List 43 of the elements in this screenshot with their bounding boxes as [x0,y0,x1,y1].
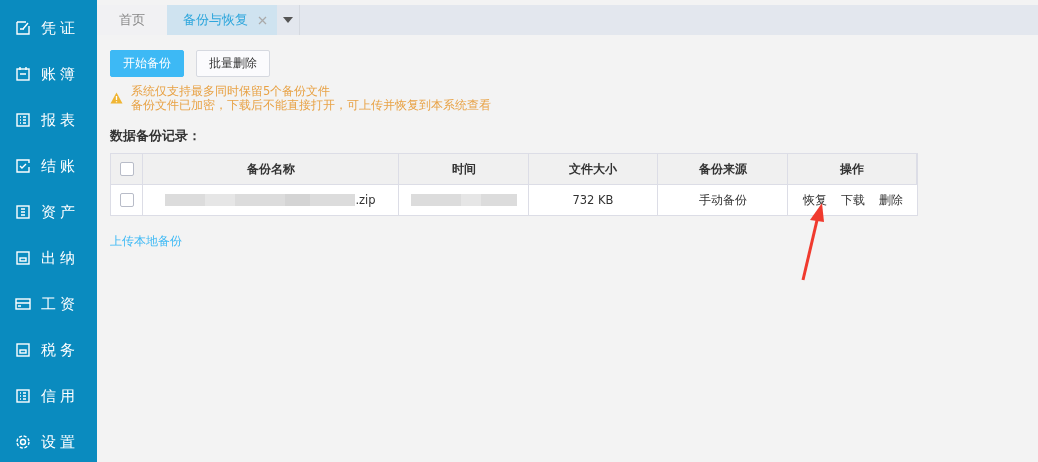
sidebar-item[interactable]: 出纳 [0,246,97,270]
column-header: 备份来源 [658,154,788,185]
sidebar-item[interactable]: 凭证 [0,16,97,40]
select-all-checkbox[interactable] [119,162,134,176]
warning-icon [110,92,123,104]
sidebar-item[interactable]: 资产 [0,200,97,224]
column-header: 备份名称 [143,154,399,185]
column-header: 时间 [399,154,529,185]
action-link[interactable]: 下载 [840,192,865,208]
edit-icon [15,20,31,36]
sidebar-item[interactable]: 信用 [0,384,97,408]
calendar-icon [15,66,31,82]
batch-delete-button[interactable]: 批量删除 [196,50,270,77]
sidebar-item[interactable]: 报表 [0,108,97,132]
card-icon [15,296,31,312]
settings-icon [15,434,31,450]
file-name: .zip [355,193,376,207]
register-icon [15,250,31,266]
sidebar-item[interactable]: 结账 [0,154,97,178]
action-link[interactable]: 删除 [878,192,903,208]
notice-text: 系统仅支持最多同时保留5个备份文件 [131,84,332,98]
action-link[interactable]: 恢复 [802,192,827,208]
list-icon [15,112,31,128]
start-backup-button[interactable]: 开始备份 [110,50,184,77]
sidebar-item[interactable]: 设置 [0,430,97,454]
row-checkbox[interactable] [119,193,134,207]
tab[interactable]: 备份与恢复 [167,5,277,35]
tab[interactable]: 首页 [97,5,167,35]
list-icon [15,388,31,404]
sidebar-item[interactable]: 账簿 [0,62,97,86]
column-header: 文件大小 [529,154,658,185]
upload-link[interactable]: 上传本地备份 [110,233,1038,250]
register-icon [15,342,31,358]
caret-icon [283,17,293,23]
checkbox-icon [15,158,31,174]
sidebar-item[interactable]: 税务 [0,338,97,362]
section-title: 数据备份记录： [110,127,202,145]
table-cell: 732 KB [572,193,614,207]
notice-text: 备份文件已加密，下载后不能直接打开，可上传并恢复到本系统查看 [131,98,491,112]
document-icon [15,204,31,220]
column-header: 操作 [788,154,917,185]
table-cell: 手动备份 [698,192,747,208]
sidebar-item[interactable]: 工资 [0,292,97,316]
